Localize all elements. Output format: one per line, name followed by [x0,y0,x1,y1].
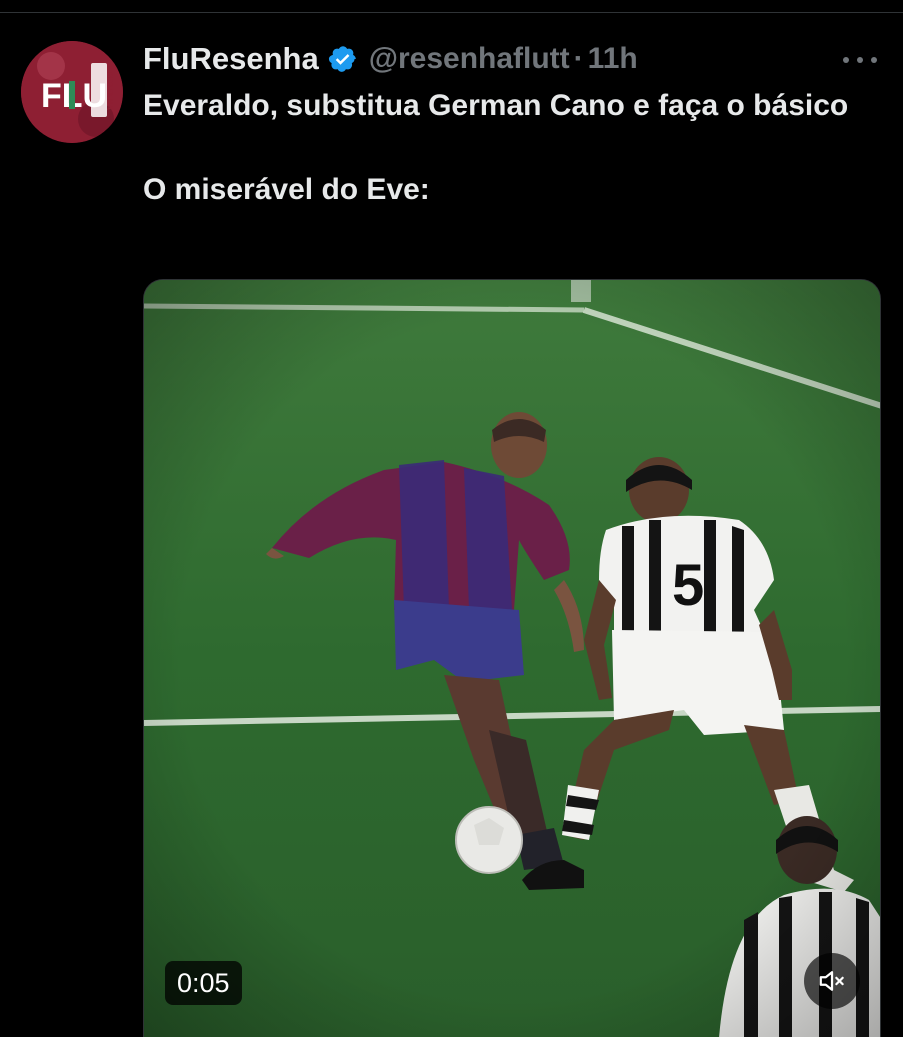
verified-badge-icon[interactable] [328,44,358,74]
more-horizontal-icon[interactable] [843,55,877,65]
mute-toggle-button[interactable] [804,953,860,1009]
tweet-text-line: Everaldo, substitua German Cano e faça o… [143,89,849,122]
tweet-text: Everaldo, substitua German Cano e faça o… [143,85,863,211]
author-handle[interactable]: @resenhaflutt [369,42,570,76]
tweet[interactable]: FLU RESENHA FluResenha @resenhaflutt · 1… [0,13,903,1037]
tweet-text-line: O miserável do Eve: [143,173,430,206]
separator-dot: · [573,42,584,75]
avatar-logo-subtext: RESENHA [105,71,114,110]
author-display-name[interactable]: FluResenha [143,41,319,77]
tweet-header: FluResenha @resenhaflutt · 11h [143,39,638,79]
top-divider [0,0,903,13]
video-frame: 5 [144,280,880,1037]
avatar[interactable]: FLU RESENHA [21,41,123,143]
video-duration-badge: 0:05 [165,961,242,1005]
video-player[interactable]: 5 [143,279,881,1037]
tweet-timestamp[interactable]: 11h [588,42,638,76]
